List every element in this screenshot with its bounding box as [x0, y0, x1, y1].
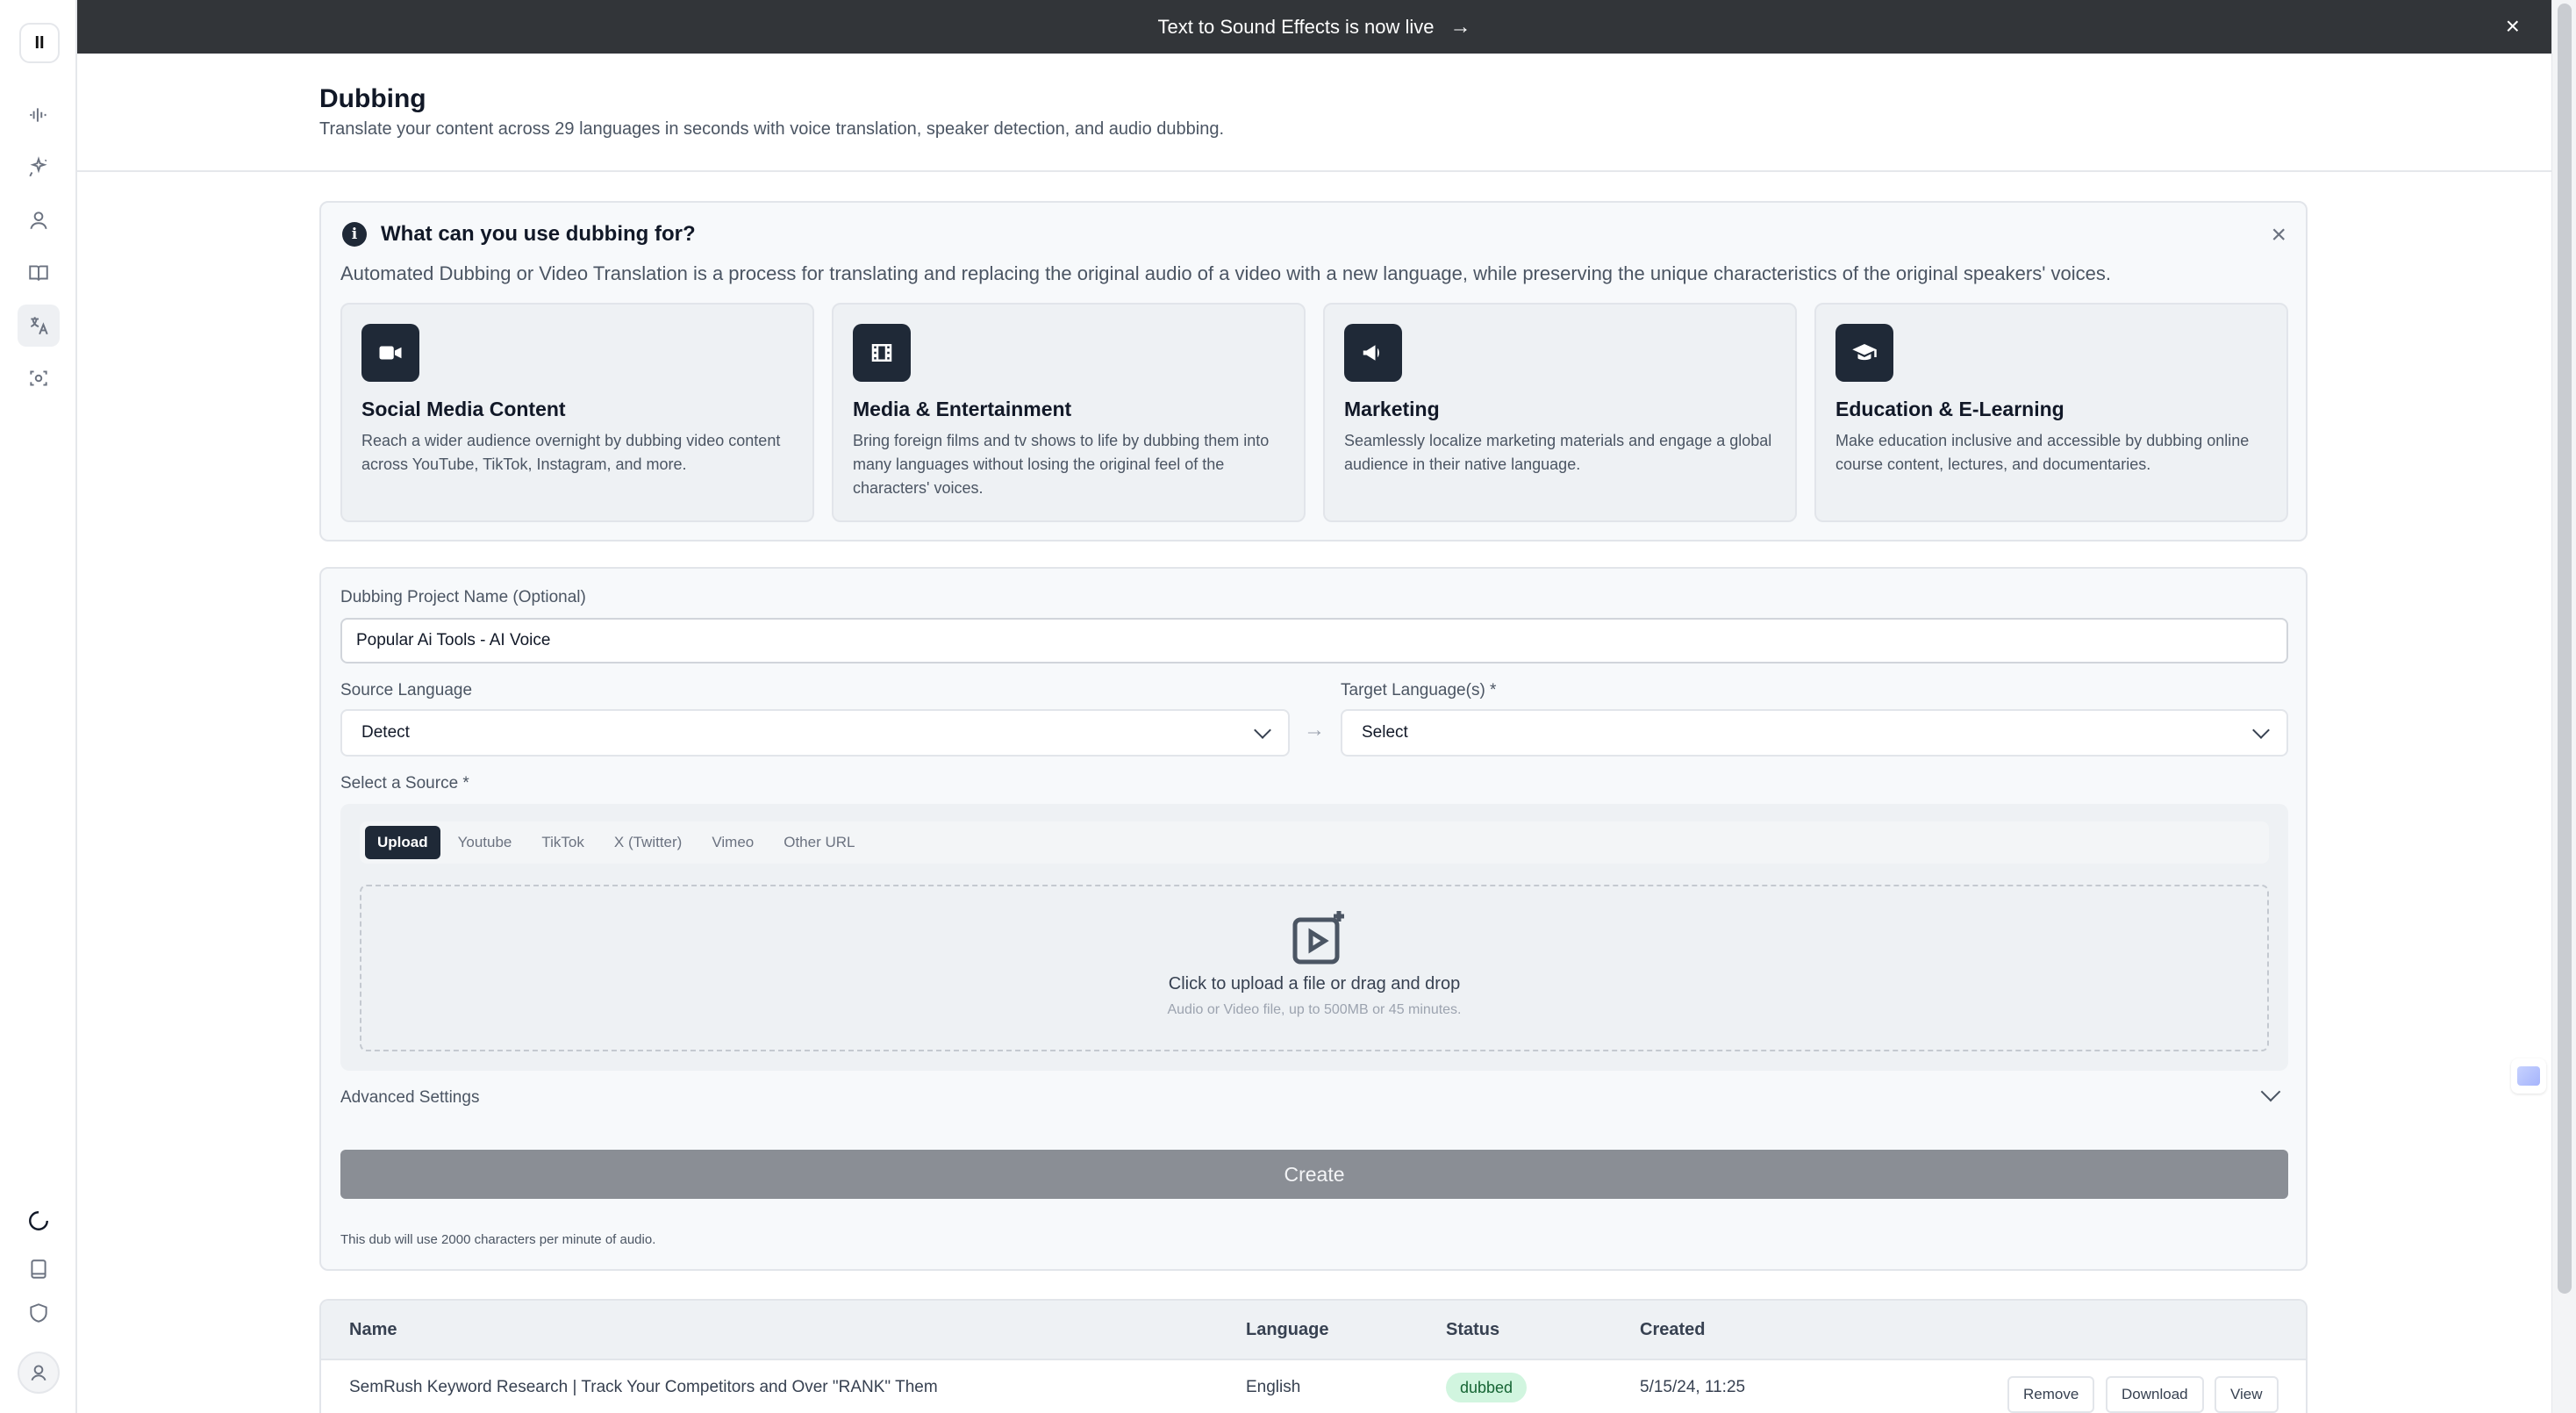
use-case-text: Seamlessly localize marketing materials … — [1344, 432, 1772, 473]
remove-button[interactable]: Remove — [2007, 1376, 2095, 1413]
info-description: Automated Dubbing or Video Translation i… — [340, 262, 2111, 284]
use-case-title: Education & E-Learning — [1835, 398, 2064, 420]
column-header-language: Language — [1246, 1320, 1329, 1339]
dub-name: SemRush Keyword Research | Track Your Co… — [349, 1378, 938, 1396]
dubbing-icon[interactable] — [18, 305, 60, 347]
status-badge: dubbed — [1446, 1373, 1528, 1402]
tab-x-twitter[interactable]: X (Twitter) — [602, 826, 694, 859]
close-icon[interactable]: × — [2271, 222, 2286, 248]
helper-glyph-icon — [2517, 1066, 2540, 1086]
use-case-card: Social Media Content Reach a wider audie… — [340, 303, 814, 522]
document-icon[interactable] — [18, 1248, 60, 1290]
banner-text[interactable]: Text to Sound Effects is now live — [1157, 16, 1434, 39]
sparkle-icon[interactable] — [18, 147, 60, 189]
shield-icon[interactable] — [18, 1292, 60, 1334]
source-tabs: Upload Youtube TikTok X (Twitter) Vimeo … — [360, 821, 2269, 864]
tab-youtube[interactable]: Youtube — [446, 826, 525, 859]
chevron-down-icon[interactable] — [2260, 1081, 2281, 1102]
source-language-value: Detect — [361, 723, 410, 742]
use-case-card: Media & Entertainment Bring foreign film… — [832, 303, 1306, 522]
info-title: What can you use dubbing for? — [381, 222, 696, 246]
close-icon[interactable]: × — [2506, 12, 2520, 40]
character-usage-note: This dub will use 2000 characters per mi… — [340, 1232, 656, 1247]
graduation-cap-icon — [1835, 324, 1893, 382]
create-button[interactable]: Create — [340, 1150, 2288, 1199]
upload-dropzone[interactable]: Click to upload a file or drag and drop … — [360, 885, 2269, 1051]
app-logo-button[interactable]: II — [19, 23, 60, 63]
table-header: Name Language Status Created — [321, 1301, 2306, 1360]
use-case-title: Marketing — [1344, 398, 1440, 420]
use-case-text: Reach a wider audience overnight by dubb… — [361, 432, 781, 473]
video-camera-icon — [361, 324, 419, 382]
tab-tiktok[interactable]: TikTok — [529, 826, 597, 859]
use-case-title: Social Media Content — [361, 398, 566, 420]
column-header-status: Status — [1446, 1320, 1500, 1339]
use-case-card: Marketing Seamlessly localize marketing … — [1323, 303, 1797, 522]
megaphone-icon — [1344, 324, 1402, 382]
project-name-input[interactable]: Popular Ai Tools - AI Voice — [340, 618, 2288, 663]
dub-language: English — [1246, 1378, 1301, 1396]
upload-subtitle: Audio or Video file, up to 500MB or 45 m… — [1167, 1002, 1462, 1017]
target-language-value: Select — [1362, 723, 1408, 742]
arrow-right-icon: → — [1304, 718, 1325, 742]
table-row: SemRush Keyword Research | Track Your Co… — [321, 1360, 2306, 1413]
voices-icon[interactable] — [18, 199, 60, 241]
select-source-label: Select a Source * — [340, 774, 469, 793]
project-name-label: Dubbing Project Name (Optional) — [340, 588, 586, 606]
use-case-title: Media & Entertainment — [853, 398, 1072, 420]
page-subtitle: Translate your content across 29 languag… — [319, 119, 1225, 139]
tab-other-url[interactable]: Other URL — [771, 826, 867, 859]
source-language-select[interactable]: Detect — [340, 709, 1290, 757]
sidebar: II — [0, 0, 77, 1413]
film-icon — [853, 324, 911, 382]
info-header: i What can you use dubbing for? — [342, 222, 696, 247]
column-header-created: Created — [1640, 1320, 1706, 1339]
dub-created: 5/15/24, 11:25 — [1640, 1378, 1746, 1396]
scrollbar[interactable] — [2551, 0, 2576, 1413]
download-button[interactable]: Download — [2106, 1376, 2204, 1413]
chevron-down-icon — [2252, 721, 2270, 739]
arrow-right-icon[interactable]: → — [1450, 15, 1471, 39]
column-header-name: Name — [349, 1320, 397, 1339]
book-icon[interactable] — [18, 252, 60, 294]
dubs-table: Name Language Status Created SemRush Key… — [319, 1299, 2308, 1413]
loading-icon — [18, 1200, 60, 1242]
target-language-label: Target Language(s) * — [1341, 681, 1497, 699]
voice-isolator-icon[interactable] — [18, 357, 60, 399]
page-title: Dubbing — [319, 84, 426, 113]
use-case-text: Make education inclusive and accessible … — [1835, 432, 2250, 473]
view-button[interactable]: View — [2215, 1376, 2279, 1413]
dubbing-form: Dubbing Project Name (Optional) Popular … — [319, 567, 2308, 1271]
advanced-settings-toggle[interactable]: Advanced Settings — [340, 1088, 479, 1108]
info-icon: i — [342, 222, 367, 247]
use-case-text: Bring foreign films and tv shows to life… — [853, 432, 1270, 497]
source-language-label: Source Language — [340, 681, 473, 699]
source-panel: Upload Youtube TikTok X (Twitter) Vimeo … — [340, 804, 2288, 1071]
scrollbar-thumb[interactable] — [2558, 4, 2572, 1294]
video-upload-icon — [1292, 909, 1344, 965]
announcement-banner: Text to Sound Effects is now live → × — [77, 0, 2551, 54]
floating-helper-icon[interactable] — [2511, 1058, 2546, 1094]
chevron-down-icon — [1254, 721, 1271, 739]
header-divider — [77, 170, 2551, 172]
target-language-select[interactable]: Select — [1341, 709, 2288, 757]
tab-vimeo[interactable]: Vimeo — [699, 826, 766, 859]
use-cases-panel: i What can you use dubbing for? × Automa… — [319, 201, 2308, 542]
upload-title: Click to upload a file or drag and drop — [1168, 974, 1461, 993]
use-case-card: Education & E-Learning Make education in… — [1814, 303, 2288, 522]
waveform-icon[interactable] — [18, 94, 60, 136]
tab-upload[interactable]: Upload — [365, 826, 440, 859]
user-icon[interactable] — [18, 1352, 60, 1394]
